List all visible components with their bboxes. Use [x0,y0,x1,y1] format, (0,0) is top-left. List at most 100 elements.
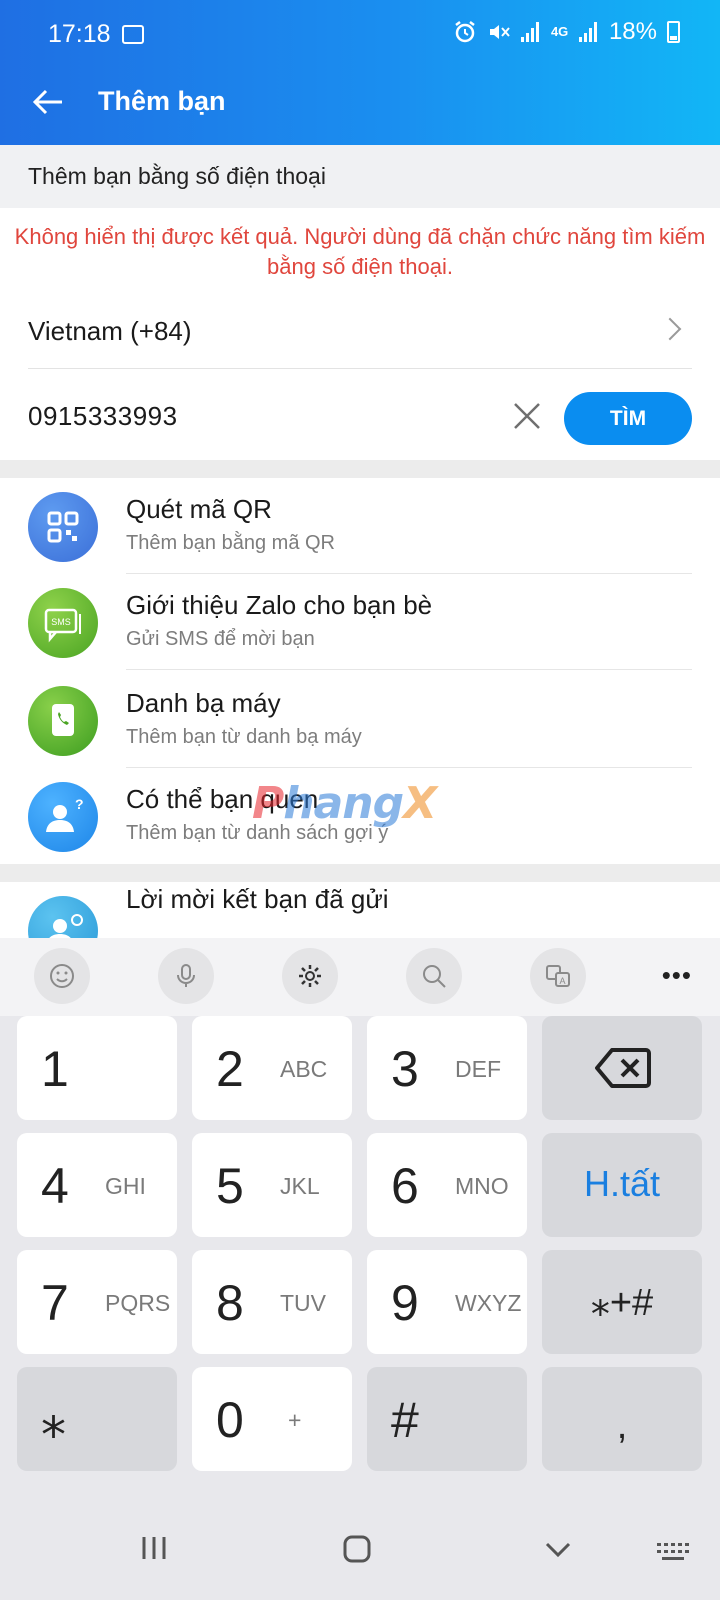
list-item-sent[interactable]: Lời mời kết bạn đã gửi [0,882,720,938]
key-number: 1 [41,1041,69,1097]
list-item-title: Danh bạ máy [126,688,281,718]
key-number: 6 [391,1158,419,1214]
done-label: H.tất [583,1163,661,1204]
key-3[interactable]: 3 DEF [367,1016,527,1120]
key-number: 0 [216,1392,244,1448]
keyboard-switch-icon[interactable] [656,1542,690,1562]
list-item-subtitle: Gửi SMS để mời bạn [126,628,315,650]
symbols-label: ⁎+# [590,1282,654,1324]
key-6[interactable]: 6 MNO [367,1133,527,1237]
hash-key[interactable]: # [367,1367,527,1471]
keyboard-settings-button[interactable] [282,948,338,1004]
divider [28,368,692,369]
alarm-icon [455,21,475,43]
sms-icon: SMS [28,588,98,658]
key-4[interactable]: 4 GHI [17,1133,177,1237]
key-number: 8 [216,1275,244,1331]
battery-percent: 18% [608,18,657,45]
svg-text:?: ? [75,796,84,812]
sent-requests-icon [28,896,98,938]
key-letters: ABC [280,1056,328,1082]
signal-icon-2 [578,22,599,42]
status-time: 17:18 [48,20,111,48]
list-item-qr[interactable]: Quét mã QR Thêm bạn bằng mã QR [0,478,720,574]
list-item-contacts[interactable]: Danh bạ máy Thêm bạn từ danh bạ máy [0,672,720,768]
section-label-text: Thêm bạn bằng số điện thoại [28,163,326,189]
key-letters: DEF [455,1056,501,1082]
done-key[interactable]: H.tất [542,1133,702,1237]
backspace-key[interactable] [542,1016,702,1120]
battery-icon [667,21,680,43]
status-right: 4G 18% [453,18,680,46]
more-options-icon[interactable]: ••• [662,960,692,991]
key-2[interactable]: 2 ABC [192,1016,352,1120]
key-letters: JKL [280,1173,320,1199]
numeric-keyboard: 1 2 ABC 3 DEF 4 GHI 5 JKL 6 MNO H.tất 7 PQRS 8… [0,1016,720,1498]
sms-badge-text: SMS [51,617,71,627]
key-0[interactable]: 0 + [192,1367,352,1471]
list-item-invite[interactable]: SMS Giới thiệu Zalo cho bạn bè Gửi SMS đ… [0,574,720,670]
mute-icon [489,25,510,39]
key-letters: TUV [280,1290,326,1316]
system-navigation-bar [0,1498,720,1600]
list-item-title: Lời mời kết bạn đã gửi [126,884,389,914]
key-letters: + [288,1407,302,1433]
network-type: 4G [550,24,569,39]
key-number: 7 [41,1275,69,1331]
comma-label: , [616,1405,628,1447]
divider [126,669,692,670]
svg-text:A: A [559,976,565,986]
key-number: 2 [216,1041,244,1097]
key-1[interactable]: 1 [17,1016,177,1120]
gear-icon [299,965,321,987]
star-key[interactable]: ⁎ [17,1367,177,1471]
key-8[interactable]: 8 TUV [192,1250,352,1354]
home-icon[interactable] [342,1534,372,1564]
comma-key[interactable]: , [542,1367,702,1471]
key-number: 4 [41,1158,69,1214]
voice-input-button[interactable] [158,948,214,1004]
list-item-subtitle: Thêm bạn bằng mã QR [126,532,335,554]
signal-icon [520,22,541,42]
key-9[interactable]: 9 WXYZ [367,1250,527,1354]
suggested-friends-icon: ? [28,782,98,852]
header: Thêm bạn [0,60,720,145]
recent-apps-icon[interactable] [140,1534,168,1562]
chevron-right-icon[interactable] [658,317,682,341]
emoji-icon [50,964,74,988]
key-7[interactable]: 7 PQRS [17,1250,177,1354]
section-label: Thêm bạn bằng số điện thoại [0,145,720,208]
key-letters: MNO [455,1173,509,1199]
translate-icon: A [546,965,570,987]
emoji-button[interactable] [34,948,90,1004]
phone-search-card: Không hiển thị được kết quả. Người dùng … [0,208,720,460]
translate-button[interactable]: A [530,948,586,1004]
microphone-icon [177,964,195,987]
status-bar: 17:18 4G 18% [0,0,720,60]
country-selector[interactable]: Vietnam (+84) [28,316,192,347]
key-letters: PQRS [105,1290,171,1316]
keyboard-toolbar: A ••• [0,938,720,1016]
phone-number-input[interactable]: 0915333993 [28,401,178,432]
watermark-logo: PhangX [252,778,437,829]
sent-requests-row[interactable]: Lời mời kết bạn đã gửi [0,882,720,938]
search-icon [423,965,446,988]
symbols-key[interactable]: ⁎+# [542,1250,702,1354]
back-arrow-icon[interactable] [28,82,68,122]
keyboard-search-button[interactable] [406,948,462,1004]
hash-label: # [391,1392,419,1448]
qr-code-icon [28,492,98,562]
key-5[interactable]: 5 JKL [192,1133,352,1237]
list-item-title: Quét mã QR [126,494,272,524]
phone-contacts-icon [28,686,98,756]
backspace-icon [595,1048,651,1088]
find-button[interactable]: TÌM [564,392,692,445]
clear-input-icon[interactable] [512,401,542,431]
error-message: Không hiển thị được kết quả. Người dùng … [14,224,706,279]
list-item-title: Giới thiệu Zalo cho bạn bè [126,590,433,620]
key-number: 9 [391,1275,419,1331]
key-number: 3 [391,1041,419,1097]
hide-keyboard-icon[interactable] [544,1540,572,1560]
gallery-notification-icon [122,25,144,44]
page-title: Thêm bạn [98,86,226,116]
